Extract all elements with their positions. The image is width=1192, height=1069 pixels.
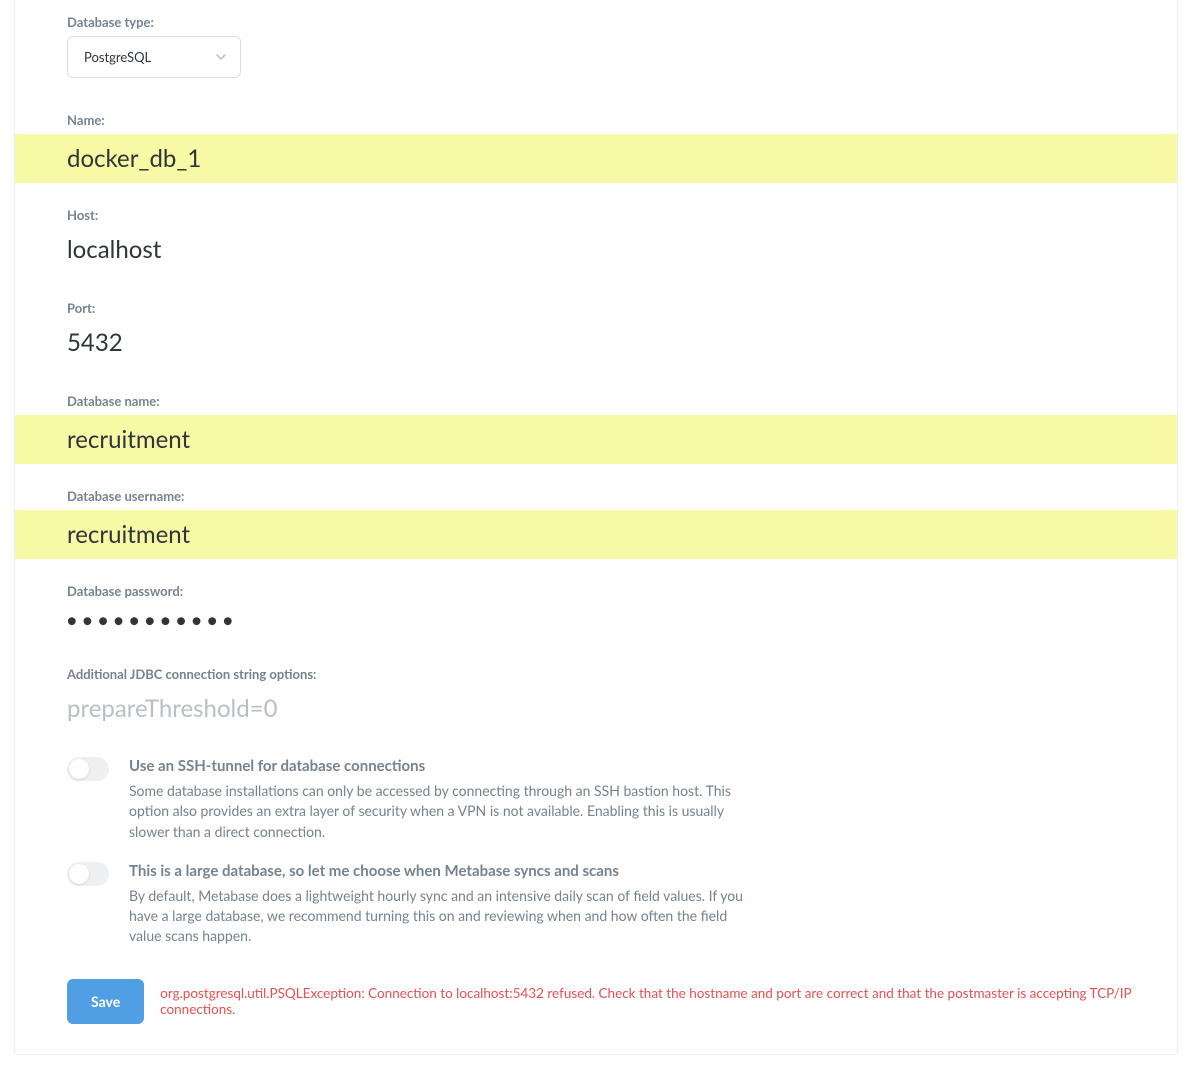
field-db-password: Database password: [15,569,1177,642]
form-footer: Save org.postgresql.util.PSQLException: … [15,955,1177,1024]
large-db-option: This is a large database, so let me choo… [15,850,1177,955]
database-settings-form: Database type: PostgreSQL Name: Host: Po… [14,0,1178,1055]
db-password-label: Database password: [15,569,1177,605]
name-label: Name: [15,98,1177,134]
db-name-label: Database name: [15,379,1177,415]
jdbc-input[interactable] [67,694,1177,723]
db-type-label: Database type: [15,0,1177,36]
error-message: org.postgresql.util.PSQLException: Conne… [160,985,1177,1017]
ssh-tunnel-option: Use an SSH-tunnel for database connectio… [15,745,1177,850]
jdbc-label: Additional JDBC connection string option… [15,652,1177,688]
field-db-type: Database type: PostgreSQL [15,0,1177,88]
port-input[interactable] [67,328,1177,357]
large-db-toggle-text: This is a large database, so let me choo… [129,862,749,947]
toggle-knob [69,759,89,779]
db-name-input[interactable] [67,425,1177,454]
ssh-toggle-desc: Some database installations can only be … [129,781,749,842]
field-host: Host: [15,193,1177,276]
field-db-username: Database username: [15,474,1177,559]
db-type-select[interactable]: PostgreSQL [67,36,241,78]
toggle-knob [69,864,89,884]
field-jdbc: Additional JDBC connection string option… [15,652,1177,735]
host-input[interactable] [67,235,1177,264]
ssh-toggle-text: Use an SSH-tunnel for database connectio… [129,757,749,842]
db-type-value: PostgreSQL [84,49,151,65]
field-db-name: Database name: [15,379,1177,464]
large-db-toggle[interactable] [67,862,109,886]
db-password-input[interactable] [67,611,1177,630]
host-label: Host: [15,193,1177,229]
db-username-input[interactable] [67,520,1177,549]
large-db-toggle-title: This is a large database, so let me choo… [129,862,749,880]
port-label: Port: [15,286,1177,322]
ssh-toggle[interactable] [67,757,109,781]
large-db-toggle-desc: By default, Metabase does a lightweight … [129,886,749,947]
field-port: Port: [15,286,1177,369]
ssh-toggle-title: Use an SSH-tunnel for database connectio… [129,757,749,775]
save-button[interactable]: Save [67,979,144,1024]
name-input[interactable] [67,144,1177,173]
field-name: Name: [15,98,1177,183]
db-username-label: Database username: [15,474,1177,510]
chevron-down-icon [216,51,226,63]
